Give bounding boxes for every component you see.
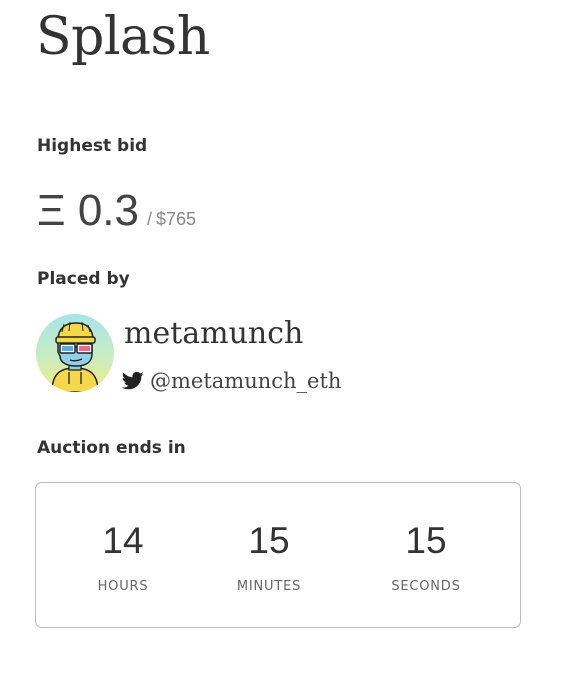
auction-countdown: 14 HOURS 15 MINUTES 15 SECONDS — [35, 482, 521, 628]
bid-separator: / — [147, 209, 153, 229]
bid-eth-value: Ξ 0.3 — [37, 186, 139, 235]
placed-by-label: Placed by — [37, 269, 130, 289]
hours-value: 14 — [102, 520, 144, 561]
hours-label: HOURS — [97, 579, 149, 594]
bid-usd-value: $765 — [156, 209, 197, 229]
user-name-link[interactable]: metamunch — [124, 314, 303, 354]
auction-ends-label: Auction ends in — [37, 438, 186, 458]
avatar[interactable] — [36, 314, 114, 392]
twitter-handle-link[interactable]: @metamunch_eth — [121, 366, 342, 396]
highest-bid-amount: Ξ 0.3 / $765 — [37, 186, 196, 236]
page-title: Splash — [36, 7, 210, 67]
highest-bid-label: Highest bid — [37, 136, 148, 156]
seconds-value: 15 — [405, 520, 447, 561]
twitter-handle: @metamunch_eth — [150, 369, 342, 393]
seconds-label: SECONDS — [391, 579, 461, 594]
minutes-label: MINUTES — [236, 579, 302, 594]
twitter-icon — [121, 371, 144, 391]
avatar-image — [36, 314, 114, 392]
minutes-value: 15 — [248, 520, 290, 561]
